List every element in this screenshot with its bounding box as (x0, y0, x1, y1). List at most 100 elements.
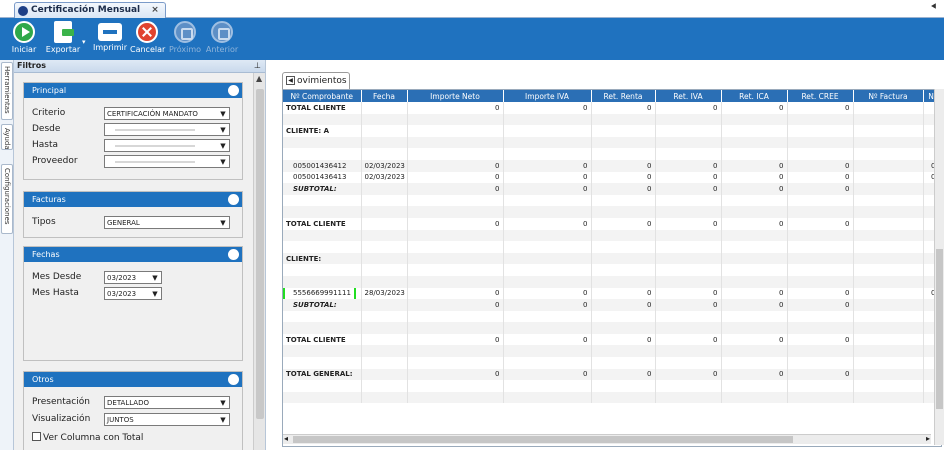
tab-herramientas[interactable]: Herramientas (1, 62, 13, 120)
anterior-button[interactable]: Anterior (205, 21, 239, 59)
chevron-left-icon[interactable]: ◀ (286, 76, 295, 85)
table-row[interactable] (283, 357, 940, 369)
proveedor-select[interactable]: ▼ (104, 155, 230, 168)
table-row[interactable] (283, 194, 940, 207)
checkbox-icon[interactable] (32, 432, 41, 441)
play-icon (13, 21, 35, 43)
table-row[interactable]: CLIENTE: (283, 252, 940, 265)
table-row[interactable]: TOTAL CLIENTE 0 0 0 0 0 0 (283, 333, 940, 346)
scroll-left-icon[interactable]: ◂ (284, 434, 288, 443)
table-cell (721, 125, 788, 137)
tipos-select[interactable]: GENERAL ▼ (104, 216, 230, 229)
column-header[interactable]: Ret. IVA (655, 90, 722, 102)
ver-columna-checkbox[interactable]: Ver Columna con Total (32, 432, 143, 443)
hasta-select[interactable]: ▼ (104, 139, 230, 152)
column-header[interactable]: Ret. CREE (787, 90, 854, 102)
table-row[interactable] (283, 113, 940, 126)
table-row[interactable]: 00500143641302/03/20230000000 (283, 171, 940, 184)
table-row[interactable]: CLIENTE: A (283, 125, 940, 137)
table-cell (853, 125, 924, 137)
tab-movimientos[interactable]: ◀ ovimientos (282, 72, 350, 89)
table-row[interactable] (283, 229, 940, 242)
table-cell (853, 171, 924, 184)
column-header[interactable]: Ret. Renta (591, 90, 656, 102)
chevron-down-icon[interactable]: ▼ (218, 109, 228, 119)
table-row[interactable] (283, 206, 940, 218)
table-row[interactable]: SUBTOTAL: 0 0 0 0 0 0 (283, 183, 940, 195)
column-header[interactable]: Importe Neto (407, 90, 504, 102)
table-row[interactable]: TOTAL CLIENTE 0 0 0 0 0 0 (283, 217, 940, 230)
table-row[interactable] (283, 322, 940, 334)
cancelar-button[interactable]: Cancelar (130, 21, 165, 59)
filters-scroll-thumb[interactable] (256, 89, 264, 419)
chevron-down-icon[interactable]: ▼ (218, 415, 228, 425)
table-row[interactable]: 00500143641202/03/20230000000 (283, 159, 940, 172)
table-row[interactable] (283, 264, 940, 276)
column-header[interactable]: Importe IVA (503, 90, 592, 102)
scroll-up-icon[interactable]: ▲ (256, 74, 262, 83)
window-pin-icon[interactable]: ⯇ (930, 2, 938, 13)
table-row[interactable] (283, 148, 940, 160)
group-principal-header[interactable]: Principal (24, 83, 242, 98)
column-header[interactable]: Ret. ICA (721, 90, 788, 102)
table-cell (591, 194, 656, 207)
mes-hasta-select[interactable]: 03/2023 ▼ (104, 287, 162, 300)
exportar-button[interactable]: Exportar (44, 21, 82, 59)
table-row[interactable] (283, 136, 940, 149)
chevron-down-icon[interactable]: ▼ (150, 289, 160, 299)
iniciar-button[interactable]: Iniciar (8, 21, 40, 59)
tab-ayuda[interactable]: Ayuda (1, 124, 13, 150)
grid-vertical-scrollbar[interactable] (934, 89, 944, 445)
mes-desde-select[interactable]: 03/2023 ▼ (104, 271, 162, 284)
pin-icon[interactable]: ⊥ (254, 60, 261, 72)
table-row[interactable]: 555666999111128/03/20230000000 (283, 287, 940, 300)
table-row[interactable] (283, 310, 940, 323)
chevron-down-icon[interactable]: ▼ (218, 141, 228, 151)
table-row[interactable] (283, 241, 940, 253)
grid-horizontal-scrollbar[interactable]: ◂ ▸ (283, 434, 931, 444)
visualizacion-select[interactable]: JUNTOS ▼ (104, 413, 230, 426)
group-principal: Principal Criterio CERTIFICACIÓN MANDATO… (23, 82, 243, 180)
table-row[interactable] (283, 391, 940, 404)
column-header[interactable]: Nº Factura (853, 90, 924, 102)
imprimir-button[interactable]: Imprimir (92, 21, 128, 59)
chevron-down-icon[interactable]: ▼ (218, 125, 228, 135)
grid-vscroll-thumb[interactable] (936, 249, 943, 409)
tab-configuraciones[interactable]: Configuraciones (1, 164, 13, 234)
table-cell: 02/03/2023 (361, 171, 408, 184)
table-row[interactable] (283, 380, 940, 392)
table-cell (721, 275, 788, 288)
table-row[interactable] (283, 345, 940, 358)
criterio-select[interactable]: CERTIFICACIÓN MANDATO ▼ (104, 107, 230, 120)
table-cell: 0 (655, 299, 722, 311)
filters-scrollbar[interactable]: ▲ (253, 73, 265, 450)
group-otros-header[interactable]: Otros (24, 372, 242, 387)
column-header[interactable]: Nº Comprobante (283, 90, 362, 102)
table-row[interactable]: TOTAL GENERAL: 0 0 0 0 0 0 (283, 368, 940, 381)
chevron-down-icon[interactable]: ▼ (218, 398, 228, 408)
chevron-down-icon[interactable]: ▼ (218, 218, 228, 228)
collapse-toggle-icon[interactable] (228, 374, 239, 385)
proximo-button[interactable]: Próximo (168, 21, 202, 59)
table-row[interactable] (283, 275, 940, 288)
table-row[interactable]: SUBTOTAL: 0 0 0 0 0 0 (283, 299, 940, 311)
table-header-row: Nº Comprobante Fecha Importe Neto Importe I… (283, 90, 940, 102)
grid-hscroll-thumb[interactable] (293, 436, 793, 443)
collapse-toggle-icon[interactable] (228, 249, 239, 260)
scroll-right-icon[interactable]: ▸ (926, 434, 930, 443)
close-icon[interactable]: × (151, 3, 159, 18)
collapse-toggle-icon[interactable] (228, 194, 239, 205)
group-facturas-header[interactable]: Facturas (24, 192, 242, 207)
table-row[interactable]: TOTAL CLIENTE 0 0 0 0 0 0 (283, 102, 940, 114)
group-fechas-header[interactable]: Fechas (24, 247, 242, 262)
tab-certificacion-mensual[interactable]: Certificación Mensual × (14, 2, 166, 18)
table-cell (407, 229, 504, 242)
export-dropdown-icon[interactable]: ▾ (82, 38, 86, 46)
chevron-down-icon[interactable]: ▼ (218, 157, 228, 167)
chevron-down-icon[interactable]: ▼ (150, 273, 160, 283)
presentacion-select[interactable]: DETALLADO ▼ (104, 396, 230, 409)
collapse-toggle-icon[interactable] (228, 85, 239, 96)
desde-select[interactable]: ▼ (104, 123, 230, 136)
table-cell (361, 368, 408, 381)
column-header[interactable]: Fecha (361, 90, 408, 102)
